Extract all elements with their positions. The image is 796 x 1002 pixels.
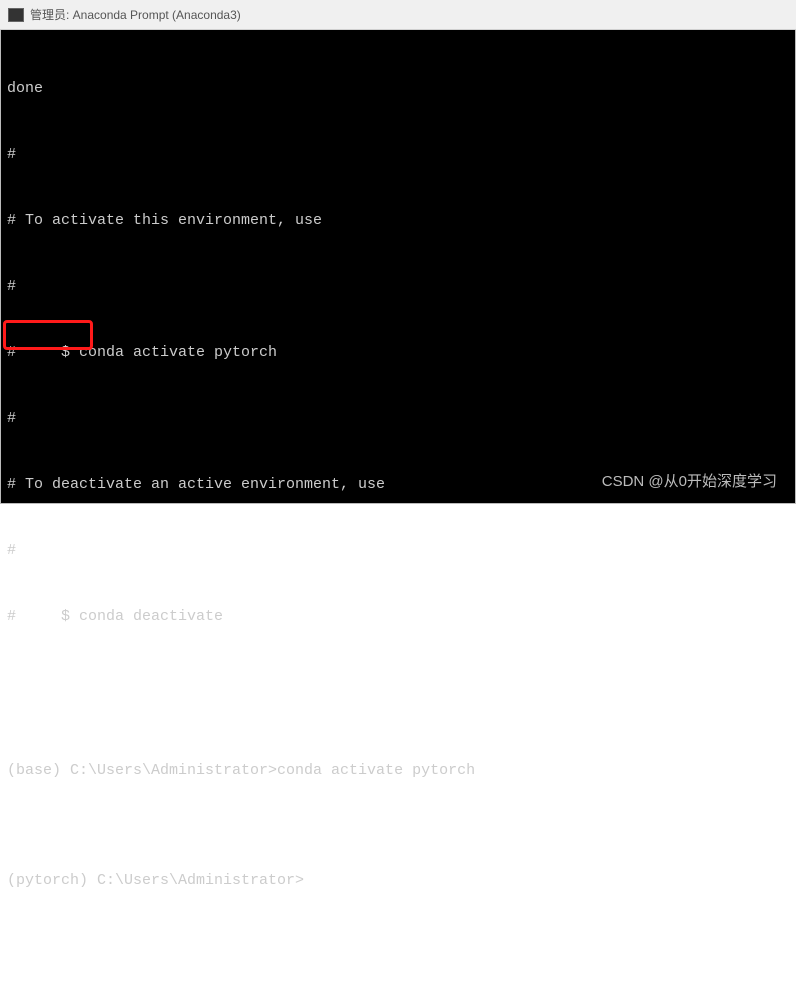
- terminal-line: (base) C:\Users\Administrator>conda acti…: [1, 760, 795, 782]
- terminal-line: # $ conda deactivate: [1, 606, 795, 628]
- terminal-line: done: [1, 78, 795, 100]
- terminal-line: #: [1, 144, 795, 166]
- terminal-line: #: [1, 276, 795, 298]
- terminal-icon: [8, 8, 24, 22]
- terminal-line: #: [1, 540, 795, 562]
- window-title: 管理员: Anaconda Prompt (Anaconda3): [30, 6, 241, 23]
- terminal-line: (pytorch) C:\Users\Administrator>: [1, 870, 795, 892]
- terminal-line: # To deactivate an active environment, u…: [1, 474, 795, 496]
- window-titlebar[interactable]: 管理员: Anaconda Prompt (Anaconda3): [0, 0, 796, 30]
- terminal-area[interactable]: done # # To activate this environment, u…: [0, 30, 796, 504]
- terminal-line: # To activate this environment, use: [1, 210, 795, 232]
- terminal-line: # $ conda activate pytorch: [1, 342, 795, 364]
- terminal-line: #: [1, 408, 795, 430]
